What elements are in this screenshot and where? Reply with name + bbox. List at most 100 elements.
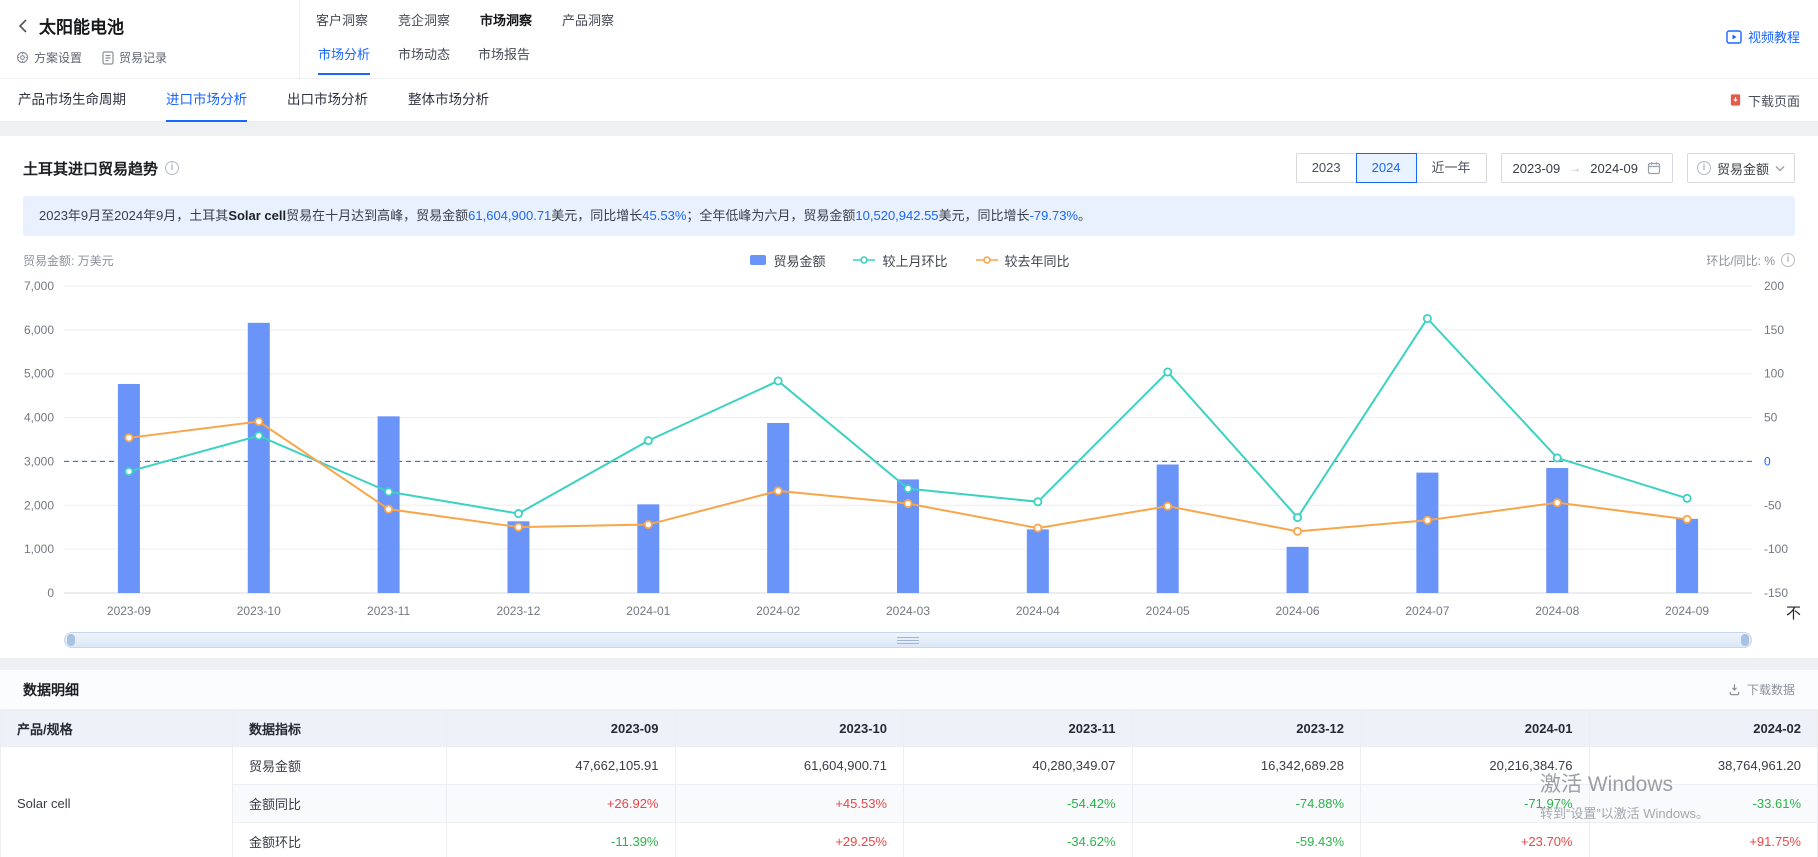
svg-text:3,000: 3,000 — [24, 454, 54, 468]
download-page-button[interactable]: 下载页面 — [1729, 91, 1800, 110]
tab-market-report[interactable]: 市场报告 — [478, 44, 530, 75]
year-2024-button[interactable]: 2024 — [1356, 153, 1417, 183]
download-data-icon — [1728, 683, 1741, 696]
tab-market-dynamics[interactable]: 市场动态 — [398, 44, 450, 75]
nav-overall-market-analysis[interactable]: 整体市场分析 — [408, 79, 489, 122]
tab-market-analysis[interactable]: 市场分析 — [318, 44, 370, 75]
svg-text:-50: -50 — [1764, 498, 1782, 512]
header-tabs: 客户洞察 竞企洞察 市场洞察 产品洞察 市场分析 市场动态 市场报告 — [300, 0, 1726, 78]
svg-text:2024-09: 2024-09 — [1665, 604, 1709, 618]
nav-export-market-analysis[interactable]: 出口市场分析 — [287, 79, 368, 122]
col-header-month: 2023-12 — [1132, 711, 1361, 747]
market-sub-tabs: 市场分析 市场动态 市场报告 — [300, 44, 1726, 75]
nav-product-lifecycle[interactable]: 产品市场生命周期 — [18, 79, 126, 122]
svg-text:2023-09: 2023-09 — [107, 604, 151, 618]
year-2023-button[interactable]: 2023 — [1296, 153, 1357, 183]
svg-text:2024-02: 2024-02 — [756, 604, 800, 618]
svg-text:-100: -100 — [1764, 542, 1788, 556]
download-data-label: 下载数据 — [1747, 681, 1795, 698]
svg-text:2024-08: 2024-08 — [1535, 604, 1579, 618]
recent-year-button[interactable]: 近一年 — [1416, 153, 1487, 183]
svg-text:2024-07: 2024-07 — [1405, 604, 1449, 618]
col-header-month: 2023-09 — [447, 711, 676, 747]
calendar-icon — [1647, 161, 1661, 175]
tab-customer-insight[interactable]: 客户洞察 — [316, 10, 368, 29]
bar-swatch-icon — [750, 255, 766, 265]
data-details-card: 数据明细 下载数据 产品/规格 数据指标 2023-09 2023-10 202… — [0, 670, 1818, 857]
summary-segment: 美元，同比增长 — [551, 208, 642, 223]
col-header-month: 2024-01 — [1361, 711, 1590, 747]
line-swatch-teal-icon — [853, 255, 875, 265]
date-range-arrow: → — [1569, 161, 1581, 175]
svg-text:150: 150 — [1764, 323, 1784, 337]
chart-legend: 贸易金额 较上月环比 较去年同比 — [114, 251, 1707, 270]
chart-datazoom-slider[interactable] — [64, 632, 1752, 648]
chevron-left-icon — [18, 18, 28, 34]
legend-trade-amount[interactable]: 贸易金额 — [750, 251, 825, 270]
legend-yoy[interactable]: 较去年同比 — [976, 251, 1070, 270]
svg-text:2023-10: 2023-10 — [237, 604, 281, 618]
metric-cell: 金额环比 — [233, 823, 447, 857]
top-header: 太阳能电池 方案设置 贸易记录 客户洞察 竞企洞察 市场洞察 产品洞察 市场分析… — [0, 0, 1818, 79]
chart-title: 土耳其进口贸易趋势 — [23, 158, 158, 179]
metric-select[interactable]: 贸易金额 — [1687, 153, 1795, 183]
svg-text:2024-01: 2024-01 — [626, 604, 670, 618]
svg-text:2,000: 2,000 — [24, 498, 54, 512]
value-cell: -59.43% — [1132, 823, 1361, 857]
tab-market-insight[interactable]: 市场洞察 — [480, 10, 532, 29]
table-header-row: 产品/规格 数据指标 2023-09 2023-10 2023-11 2023-… — [1, 711, 1818, 747]
header-right: 视频教程 — [1726, 0, 1818, 78]
svg-text:6,000: 6,000 — [24, 323, 54, 337]
nav-import-market-analysis[interactable]: 进口市场分析 — [166, 79, 247, 122]
metric-info-icon[interactable] — [1697, 161, 1711, 175]
value-cell: +26.92% — [447, 785, 676, 823]
summary-segment: 61,604,900.71 — [468, 208, 551, 223]
chart-title-info-icon[interactable] — [165, 161, 179, 175]
download-data-button[interactable]: 下载数据 — [1728, 681, 1795, 698]
trade-records-label: 贸易记录 — [119, 49, 167, 66]
download-page-icon — [1729, 93, 1742, 107]
value-cell: 16,342,689.28 — [1132, 747, 1361, 785]
svg-text:7,000: 7,000 — [24, 279, 54, 293]
summary-segment: 10,520,942.55 — [855, 208, 938, 223]
col-header-product: 产品/规格 — [1, 711, 233, 747]
value-cell: 38,764,961.20 — [1589, 747, 1818, 785]
svg-text:0: 0 — [1764, 454, 1771, 468]
metric-cell: 贸易金额 — [233, 747, 447, 785]
value-cell: 61,604,900.71 — [675, 747, 904, 785]
tab-product-insight[interactable]: 产品洞察 — [562, 10, 614, 29]
details-title: 数据明细 — [23, 680, 79, 700]
trade-trend-chart[interactable]: 01,0002,0003,0004,0005,0006,0007,000-150… — [0, 272, 1818, 624]
summary-segment: 2023年9月至2024年9月，土耳其 — [39, 208, 228, 223]
right-axis-info-icon[interactable] — [1781, 253, 1795, 267]
value-cell: +45.53% — [675, 785, 904, 823]
gear-icon — [16, 51, 29, 64]
legend-mom[interactable]: 较上月环比 — [853, 251, 947, 270]
summary-text: 2023年9月至2024年9月，土耳其Solar cell贸易在十月达到高峰，贸… — [39, 208, 1091, 223]
svg-text:0: 0 — [47, 586, 54, 600]
video-tutorial-link[interactable]: 视频教程 — [1726, 27, 1800, 46]
legend-label: 较上月环比 — [882, 251, 947, 270]
svg-text:2023-12: 2023-12 — [496, 604, 540, 618]
date-to: 2024-09 — [1590, 161, 1638, 176]
right-axis-caption: 环比/同比: % — [1706, 252, 1795, 269]
scheme-settings-link[interactable]: 方案设置 — [16, 49, 82, 66]
summary-segment: -79.73% — [1030, 208, 1078, 223]
datazoom-handle-left[interactable] — [67, 634, 75, 646]
datazoom-grip[interactable] — [897, 637, 919, 644]
datazoom-handle-right[interactable] — [1741, 634, 1749, 646]
insight-tabs: 客户洞察 竞企洞察 市场洞察 产品洞察 — [300, 10, 1726, 29]
summary-segment: 贸易在十月达到高峰，贸易金额 — [286, 208, 468, 223]
svg-text:100: 100 — [1764, 367, 1784, 381]
table-row-mom: 金额环比 -11.39% +29.25% -34.62% -59.43% +23… — [1, 823, 1818, 857]
trade-records-link[interactable]: 贸易记录 — [102, 49, 167, 66]
legend-label: 较去年同比 — [1005, 251, 1070, 270]
date-range-picker[interactable]: 2023-09 → 2024-09 — [1501, 153, 1673, 183]
value-cell: +23.70% — [1361, 823, 1590, 857]
back-button[interactable] — [16, 16, 30, 36]
clipped-edge-text: 不 — [1786, 602, 1801, 623]
svg-text:5,000: 5,000 — [24, 367, 54, 381]
tab-competitor-insight[interactable]: 竞企洞察 — [398, 10, 450, 29]
col-header-month: 2023-11 — [904, 711, 1133, 747]
svg-text:1,000: 1,000 — [24, 542, 54, 556]
